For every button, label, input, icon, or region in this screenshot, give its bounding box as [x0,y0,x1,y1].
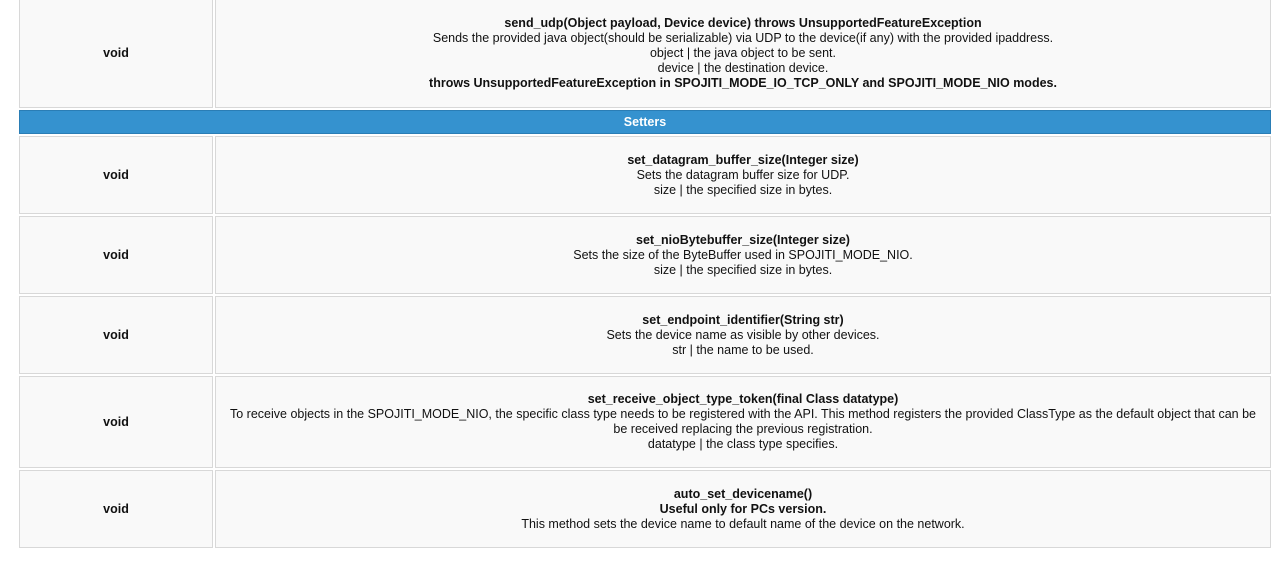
return-type-cell: void [19,216,213,294]
method-signature: auto_set_devicename() [673,486,813,501]
method-signature: set_receive_object_type_token(final Clas… [587,392,899,406]
section-header-row: Setters [19,110,1271,134]
method-description-line: Sets the size of the ByteBuffer used in … [573,247,913,262]
method-param-line: device | the destination device. [657,60,829,75]
return-type-cell: void [19,376,213,468]
method-signature: set_nioBytebuffer_size(Integer size) [636,232,850,247]
method-usage-note: Useful only for PCs version. [659,501,827,516]
method-throws-note: throws UnsupportedFeatureException in SP… [429,75,1057,90]
return-type-cell: void [19,296,213,374]
return-type-cell: void [19,470,213,548]
method-description-line: This method sets the device name to defa… [521,516,965,531]
api-table-container: void send_udp(Object payload, Device dev… [17,0,1273,550]
table-row: void set_receive_object_type_token(final… [19,376,1271,468]
method-description-line: Sets the datagram buffer size for UDP. [636,167,850,182]
return-type-cell: void [19,0,213,108]
method-param-line: size | the specified size in bytes. [653,262,833,277]
method-description-cell: set_endpoint_identifier(String str) Sets… [215,296,1271,374]
method-signature: send_udp(Object payload, Device device) … [504,15,982,30]
method-description-cell: send_udp(Object payload, Device device) … [215,0,1271,108]
method-description-cell: set_datagram_buffer_size(Integer size) S… [215,136,1271,214]
method-param-line: object | the java object to be sent. [649,45,836,60]
method-description-cell: auto_set_devicename() Useful only for PC… [215,470,1271,548]
table-row: void set_endpoint_identifier(String str)… [19,296,1271,374]
method-description-line: Sends the provided java object(should be… [432,30,1054,45]
method-param-line: datatype | the class type specifies. [647,437,839,451]
section-header-setters: Setters [19,110,1271,134]
table-row: void auto_set_devicename() Useful only f… [19,470,1271,548]
method-description-line: To receive objects in the SPOJITI_MODE_N… [230,407,1256,436]
method-signature: set_datagram_buffer_size(Integer size) [627,152,859,167]
method-description-cell: set_nioBytebuffer_size(Integer size) Set… [215,216,1271,294]
api-method-table: void send_udp(Object payload, Device dev… [17,0,1273,550]
method-param-line: str | the name to be used. [672,342,814,357]
table-row: void set_nioBytebuffer_size(Integer size… [19,216,1271,294]
method-description-line: Sets the device name as visible by other… [606,327,880,342]
table-row: void send_udp(Object payload, Device dev… [19,0,1271,108]
method-param-line: size | the specified size in bytes. [653,182,833,197]
return-type-cell: void [19,136,213,214]
table-row: void set_datagram_buffer_size(Integer si… [19,136,1271,214]
method-signature: set_endpoint_identifier(String str) [642,312,844,327]
method-description-cell: set_receive_object_type_token(final Clas… [215,376,1271,468]
